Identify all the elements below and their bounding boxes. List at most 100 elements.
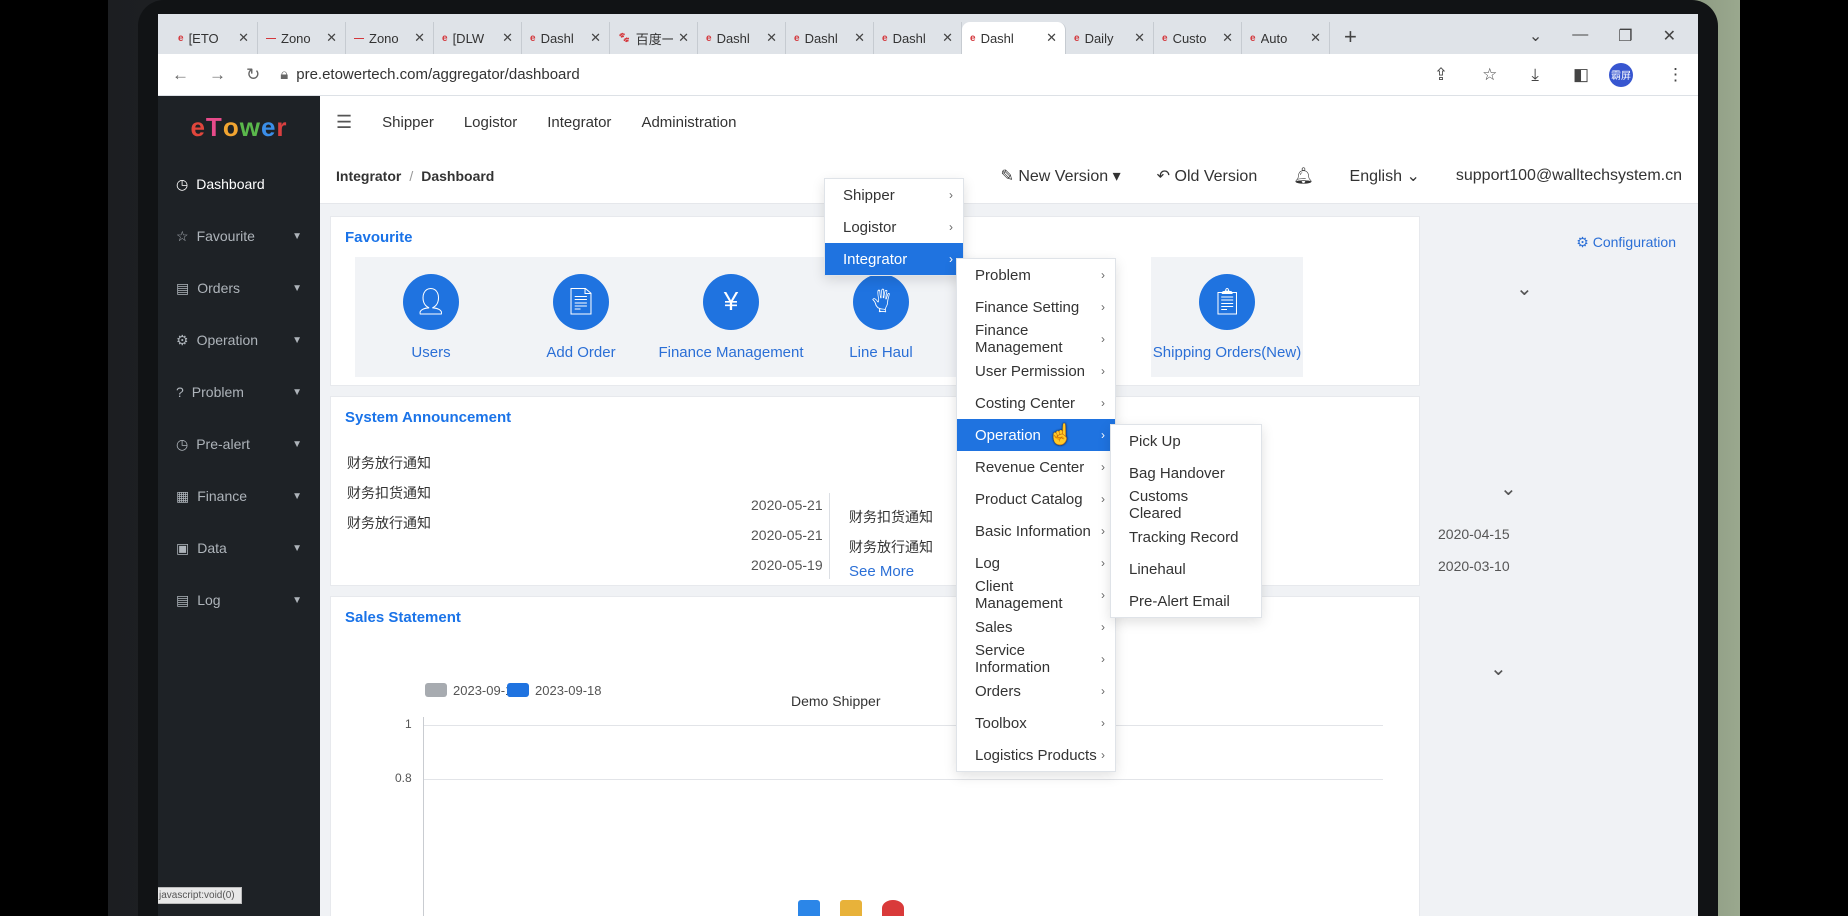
menu-item[interactable]: Logistor › <box>825 211 963 243</box>
browser-tab[interactable]: e Dashl ✕ <box>962 22 1066 54</box>
configuration-link[interactable]: ⚙ Configuration <box>1576 234 1676 251</box>
tab-close-icon[interactable]: ✕ <box>326 30 337 46</box>
tab-close-icon[interactable]: ✕ <box>854 30 865 46</box>
menu-item[interactable]: Basic Information › <box>957 515 1115 547</box>
tab-close-icon[interactable]: ✕ <box>414 30 425 46</box>
announcement-item[interactable]: 财务放行通知 <box>347 513 431 533</box>
menu-item[interactable]: Customs Cleared <box>1111 488 1261 522</box>
favourite-tile[interactable]: 👤︎ Users <box>355 257 507 377</box>
menu-item[interactable]: Pick Up <box>1111 425 1261 457</box>
announcement-item[interactable]: 财务放行通知 <box>347 453 431 473</box>
menu-item[interactable]: Linehaul <box>1111 553 1261 585</box>
browser-tab[interactable]: e Daily ✕ <box>1066 22 1154 54</box>
topnav-shipper[interactable]: Shipper <box>382 114 434 131</box>
sidebar-item-data[interactable]: ▣ Data ▼ <box>158 522 320 574</box>
breadcrumb-integrator[interactable]: Integrator <box>336 168 401 184</box>
tab-close-icon[interactable]: ✕ <box>942 30 953 46</box>
browser-tab[interactable]: e [ETO ✕ <box>170 22 258 54</box>
sidebar-item-finance[interactable]: ▦ Finance ▼ <box>158 470 320 522</box>
browser-tab[interactable]: e Custo ✕ <box>1154 22 1242 54</box>
menu-item[interactable]: Bag Handover <box>1111 457 1261 489</box>
menu-item[interactable]: Costing Center › <box>957 387 1115 419</box>
sidebar-item-favourite[interactable]: ☆ Favourite ▼ <box>158 210 320 262</box>
announcement-item[interactable]: 财务扣货通知 <box>347 483 431 503</box>
new-tab-button[interactable]: + <box>1330 24 1371 54</box>
share-icon[interactable]: ⇪ <box>1434 65 1448 85</box>
side-panel-icon[interactable]: ◧ <box>1573 65 1589 85</box>
topnav-logistor[interactable]: Logistor <box>464 114 517 131</box>
url-field[interactable]: 🔒︎ pre.etowertech.com/aggregator/dashboar… <box>280 66 1400 83</box>
browser-tab[interactable]: — Zono ✕ <box>346 22 434 54</box>
sidebar-item-orders[interactable]: ▤ Orders ▼ <box>158 262 320 314</box>
tab-close-icon[interactable]: ✕ <box>1134 30 1145 46</box>
browser-tab[interactable]: — Zono ✕ <box>258 22 346 54</box>
bell-icon[interactable]: 🔔︎ <box>1293 166 1313 186</box>
menu-item[interactable]: Problem › <box>957 259 1115 291</box>
menu-item[interactable]: Toolbox › <box>957 707 1115 739</box>
old-version-button[interactable]: ↶ Old Version <box>1157 166 1258 186</box>
minimize-button[interactable]: — <box>1572 26 1588 46</box>
close-window-button[interactable]: ✕ <box>1663 26 1676 46</box>
topnav-administration[interactable]: Administration <box>641 114 736 131</box>
see-more-link[interactable]: See More <box>849 563 914 580</box>
menu-item[interactable]: Revenue Center › <box>957 451 1115 483</box>
sidebar-item-pre-alert[interactable]: ◷ Pre-alert ▼ <box>158 418 320 470</box>
menu-item[interactable]: User Permission › <box>957 355 1115 387</box>
tab-close-icon[interactable]: ✕ <box>766 30 777 46</box>
browser-tab[interactable]: e Dashl ✕ <box>522 22 610 54</box>
menu-toggle-icon[interactable]: ☰ <box>336 112 352 133</box>
browser-menu-icon[interactable]: ⋮ <box>1667 65 1684 85</box>
browser-tab[interactable]: e [DLW ✕ <box>434 22 522 54</box>
browser-taskbar-icon[interactable] <box>882 900 904 916</box>
user-email[interactable]: support100@walltechsystem.cn <box>1456 167 1682 185</box>
menu-item[interactable]: Integrator › <box>825 243 963 275</box>
menu-item[interactable]: Tracking Record <box>1111 521 1261 553</box>
file-explorer-icon[interactable] <box>840 900 862 916</box>
tab-close-icon[interactable]: ✕ <box>1310 30 1321 46</box>
menu-item[interactable]: Service Information › <box>957 642 1115 676</box>
menu-item[interactable]: Client Management › <box>957 578 1115 612</box>
new-version-button[interactable]: ✎ New Version ▾ <box>1000 166 1120 186</box>
etower-logo[interactable]: eTower <box>158 96 320 158</box>
tab-close-icon[interactable]: ✕ <box>502 30 513 46</box>
collapse-chevron-icon[interactable]: ⌄ <box>1500 476 1517 501</box>
collapse-chevron-icon[interactable]: ⌄ <box>1490 656 1507 681</box>
sidebar-item-problem[interactable]: ? Problem ▼ <box>158 366 320 418</box>
favourite-tile[interactable]: 📋︎ Shipping Orders(New) <box>1151 257 1303 377</box>
menu-item[interactable]: Finance Management › <box>957 322 1115 356</box>
browser-tab[interactable]: e Dashl ✕ <box>874 22 962 54</box>
windows-start-icon[interactable] <box>798 900 820 916</box>
favourite-tile[interactable]: 📄︎ Add Order <box>505 257 657 377</box>
tab-close-icon[interactable]: ✕ <box>238 30 249 46</box>
collapse-chevron-icon[interactable]: ⌄ <box>1516 276 1533 301</box>
browser-tab[interactable]: e Dashl ✕ <box>698 22 786 54</box>
topnav-integrator[interactable]: Integrator <box>547 114 611 131</box>
sidebar-item-log[interactable]: ▤ Log ▼ <box>158 574 320 626</box>
maximize-button[interactable]: ❐ <box>1618 26 1632 46</box>
favourite-tile[interactable]: ¥ Finance Management <box>655 257 807 377</box>
browser-tab[interactable]: e Auto ✕ <box>1242 22 1330 54</box>
download-icon[interactable]: ⤓ <box>1531 65 1539 85</box>
tab-close-icon[interactable]: ✕ <box>590 30 601 46</box>
menu-item[interactable]: Product Catalog › <box>957 483 1115 515</box>
menu-item[interactable]: Sales › <box>957 611 1115 643</box>
forward-icon[interactable]: → <box>209 65 226 85</box>
tab-close-icon[interactable]: ✕ <box>678 30 689 46</box>
menu-item[interactable]: Operation › <box>957 419 1115 451</box>
menu-item[interactable]: Shipper › <box>825 179 963 211</box>
menu-item[interactable]: Orders › <box>957 675 1115 707</box>
tab-close-icon[interactable]: ✕ <box>1222 30 1233 46</box>
profile-avatar[interactable]: 霸屏 <box>1609 62 1633 87</box>
sidebar-item-dashboard[interactable]: ◷ Dashboard <box>158 158 320 210</box>
menu-item[interactable]: Logistics Products › <box>957 739 1115 771</box>
announcement-item[interactable]: 财务放行通知 <box>849 537 933 557</box>
language-select[interactable]: English ⌄ <box>1350 166 1420 186</box>
back-icon[interactable]: ← <box>172 65 189 85</box>
announcement-item[interactable]: 财务扣货通知 <box>849 507 933 527</box>
menu-item[interactable]: Log › <box>957 547 1115 579</box>
browser-tab[interactable]: e Dashl ✕ <box>786 22 874 54</box>
menu-item[interactable]: Finance Setting › <box>957 291 1115 323</box>
sidebar-item-operation[interactable]: ⚙ Operation ▼ <box>158 314 320 366</box>
browser-tab[interactable]: 🐾︎ 百度一 ✕ <box>610 22 698 54</box>
menu-item[interactable]: Pre-Alert Email <box>1111 585 1261 617</box>
